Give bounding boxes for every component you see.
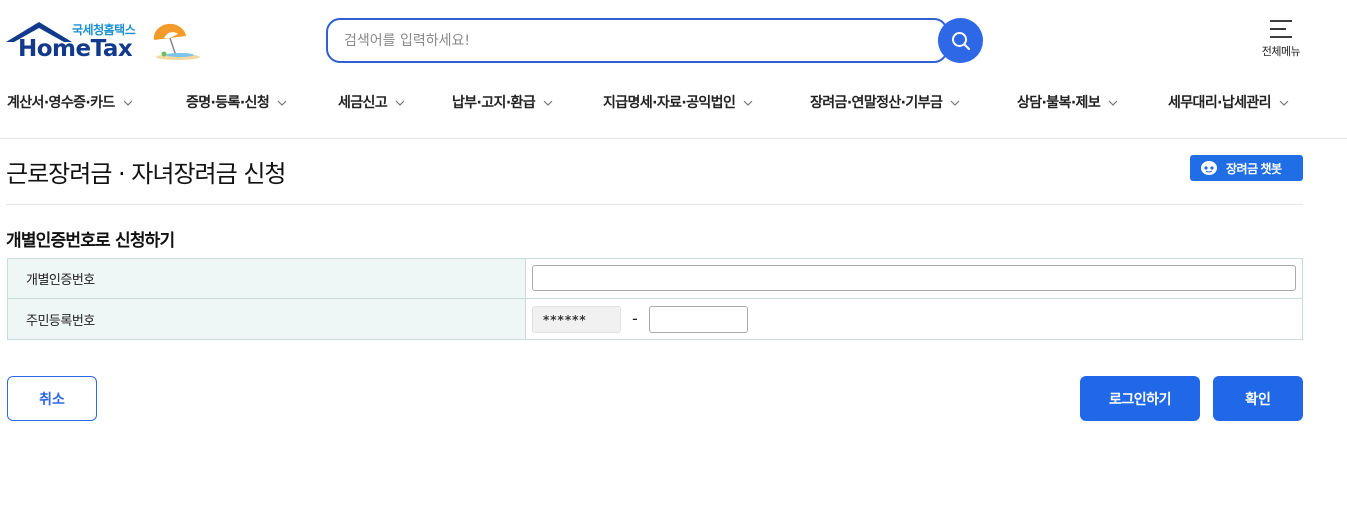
gnb-item-label: 증명·등록·신청 xyxy=(186,95,270,111)
gnb-item-invoice[interactable]: 계산서·영수증·카드 xyxy=(7,92,133,112)
search-box xyxy=(326,18,948,63)
gnb-item-label: 세무대리·납세관리 xyxy=(1168,95,1272,111)
hometax-logo[interactable]: 국세청홈택스 HomeTax xyxy=(6,18,206,68)
section-title: 개별인증번호로 신청하기 xyxy=(6,231,175,251)
chevron-down-icon xyxy=(743,100,753,106)
gnb-item-payment[interactable]: 납부·고지·환급 xyxy=(452,92,553,112)
gnb-item-label: 계산서·영수증·카드 xyxy=(7,95,115,111)
beach-umbrella-icon xyxy=(153,23,200,60)
gnb-item-certificate[interactable]: 증명·등록·신청 xyxy=(186,92,287,112)
chevron-down-icon xyxy=(395,100,405,106)
incentive-chatbot-button[interactable]: 장려금 챗봇 xyxy=(1190,155,1303,181)
gnb-item-label: 지급명세·자료·공익법인 xyxy=(603,95,736,111)
gnb-item-incentive[interactable]: 장려금·연말정산·기부금 xyxy=(810,92,960,112)
search-icon xyxy=(951,31,970,50)
rrn-dash: - xyxy=(632,309,638,328)
chevron-down-icon xyxy=(277,100,287,106)
all-menu-button[interactable]: 전체메뉴 xyxy=(1254,18,1308,68)
auth-number-cell xyxy=(526,259,1302,298)
gnb-divider xyxy=(0,138,1347,139)
rrn-front-masked: ****** xyxy=(532,306,621,333)
chatbot-icon xyxy=(1201,161,1217,175)
chatbot-label: 장려금 챗봇 xyxy=(1226,161,1282,176)
gnb-item-agent[interactable]: 세무대리·납세관리 xyxy=(1168,92,1289,112)
login-button[interactable]: 로그인하기 xyxy=(1080,376,1200,421)
gnb-item-label: 세금신고 xyxy=(338,95,388,111)
chevron-down-icon xyxy=(950,100,960,106)
logo-title: HomeTax xyxy=(18,36,133,62)
hamburger-menu-icon xyxy=(1270,20,1292,38)
gnb-item-label: 상담·불복·제보 xyxy=(1017,95,1101,111)
title-divider xyxy=(6,204,1303,205)
auth-number-label: 개별인증번호 xyxy=(8,259,526,298)
chevron-down-icon xyxy=(1108,100,1118,106)
confirm-button[interactable]: 확인 xyxy=(1213,376,1303,421)
gnb-item-label: 납부·고지·환급 xyxy=(452,95,536,111)
header: 국세청홈택스 HomeTax 전체메뉴 xyxy=(0,0,1347,80)
cancel-button[interactable]: 취소 xyxy=(7,376,97,421)
page-title: 근로장려금 · 자녀장려금 신청 xyxy=(6,160,286,188)
chevron-down-icon xyxy=(123,100,133,106)
global-navigation: 계산서·영수증·카드 증명·등록·신청 세금신고 납부·고지·환급 지급명세·자… xyxy=(0,80,1347,124)
search-button[interactable] xyxy=(938,18,983,63)
all-menu-label: 전체메뉴 xyxy=(1261,45,1301,58)
gnb-item-statements[interactable]: 지급명세·자료·공익법인 xyxy=(603,92,753,112)
chevron-down-icon xyxy=(1279,100,1289,106)
search-input[interactable] xyxy=(344,20,934,61)
form-row-auth-number: 개별인증번호 xyxy=(8,259,1302,299)
auth-form-table: 개별인증번호 주민등록번호 ****** - xyxy=(7,258,1303,340)
gnb-item-label: 장려금·연말정산·기부금 xyxy=(810,95,943,111)
rrn-label: 주민등록번호 xyxy=(8,299,526,339)
rrn-cell: ****** - xyxy=(526,299,1302,339)
chevron-down-icon xyxy=(543,100,553,106)
auth-number-input[interactable] xyxy=(532,265,1296,291)
form-row-rrn: 주민등록번호 ****** - xyxy=(8,299,1302,339)
gnb-item-tax-return[interactable]: 세금신고 xyxy=(338,92,405,112)
rrn-back-input[interactable] xyxy=(649,306,748,333)
gnb-item-consult[interactable]: 상담·불복·제보 xyxy=(1017,92,1118,112)
